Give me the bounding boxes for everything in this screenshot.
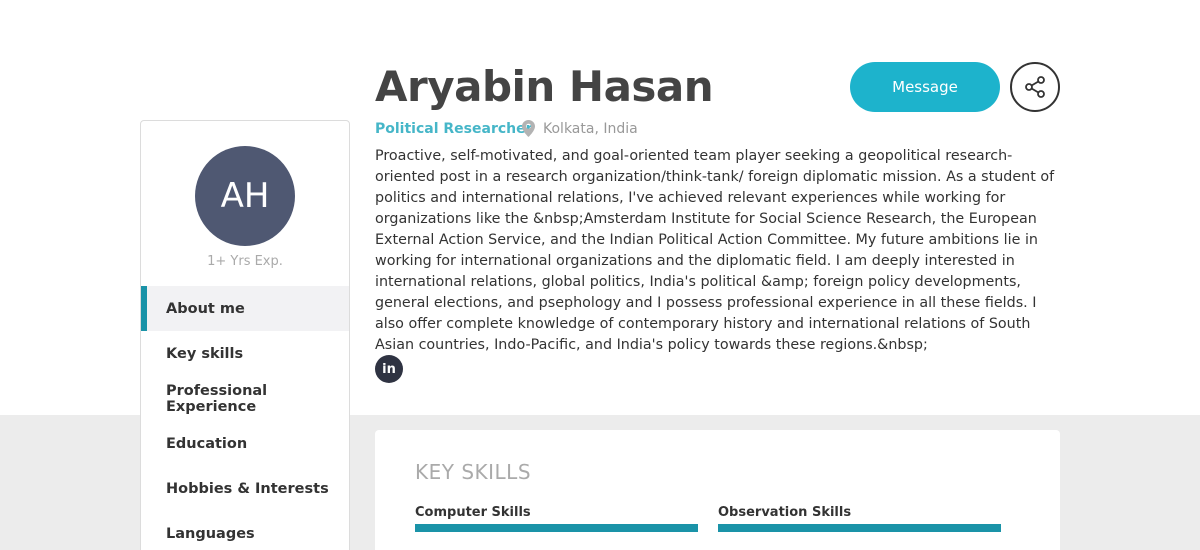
sidebar-item-key-skills[interactable]: Key skills [141,331,349,376]
experience-label: 1+ Yrs Exp. [207,254,283,269]
sidebar-item-hobbies-interests[interactable]: Hobbies & Interests [141,466,349,511]
key-skills-title: KEY SKILLS [415,460,532,484]
sidebar-nav: About me Key skills Professional Experie… [141,286,349,550]
profile-name: Aryabin Hasan [375,62,714,111]
location-pin-icon [522,120,535,137]
skill-label: Observation Skills [718,505,852,520]
profile-role: Political Researcher [375,121,533,137]
skill-label: Computer Skills [415,505,531,520]
skill-bar [415,524,698,532]
skill-item: Observation Skills [718,505,1001,532]
key-skills-card: KEY SKILLS Computer Skills Observation S… [375,430,1060,550]
skill-bar [718,524,1001,532]
share-button[interactable] [1010,62,1060,112]
sidebar-item-languages[interactable]: Languages [141,511,349,550]
sidebar-item-about-me[interactable]: About me [141,286,349,331]
profile-location: Kolkata, India [522,120,638,137]
skill-item: Computer Skills [415,505,698,532]
location-text: Kolkata, India [543,120,638,137]
about-text: Proactive, self-motivated, and goal-orie… [375,148,1055,353]
sidebar-item-education[interactable]: Education [141,421,349,466]
message-button[interactable]: Message [850,62,1000,112]
profile-sidebar: AH 1+ Yrs Exp. About me Key skills Profe… [140,120,350,550]
sidebar-item-professional-experience[interactable]: Professional Experience [141,376,349,421]
share-icon [1025,76,1045,98]
avatar: AH [195,146,295,246]
linkedin-icon[interactable]: in [375,355,403,383]
